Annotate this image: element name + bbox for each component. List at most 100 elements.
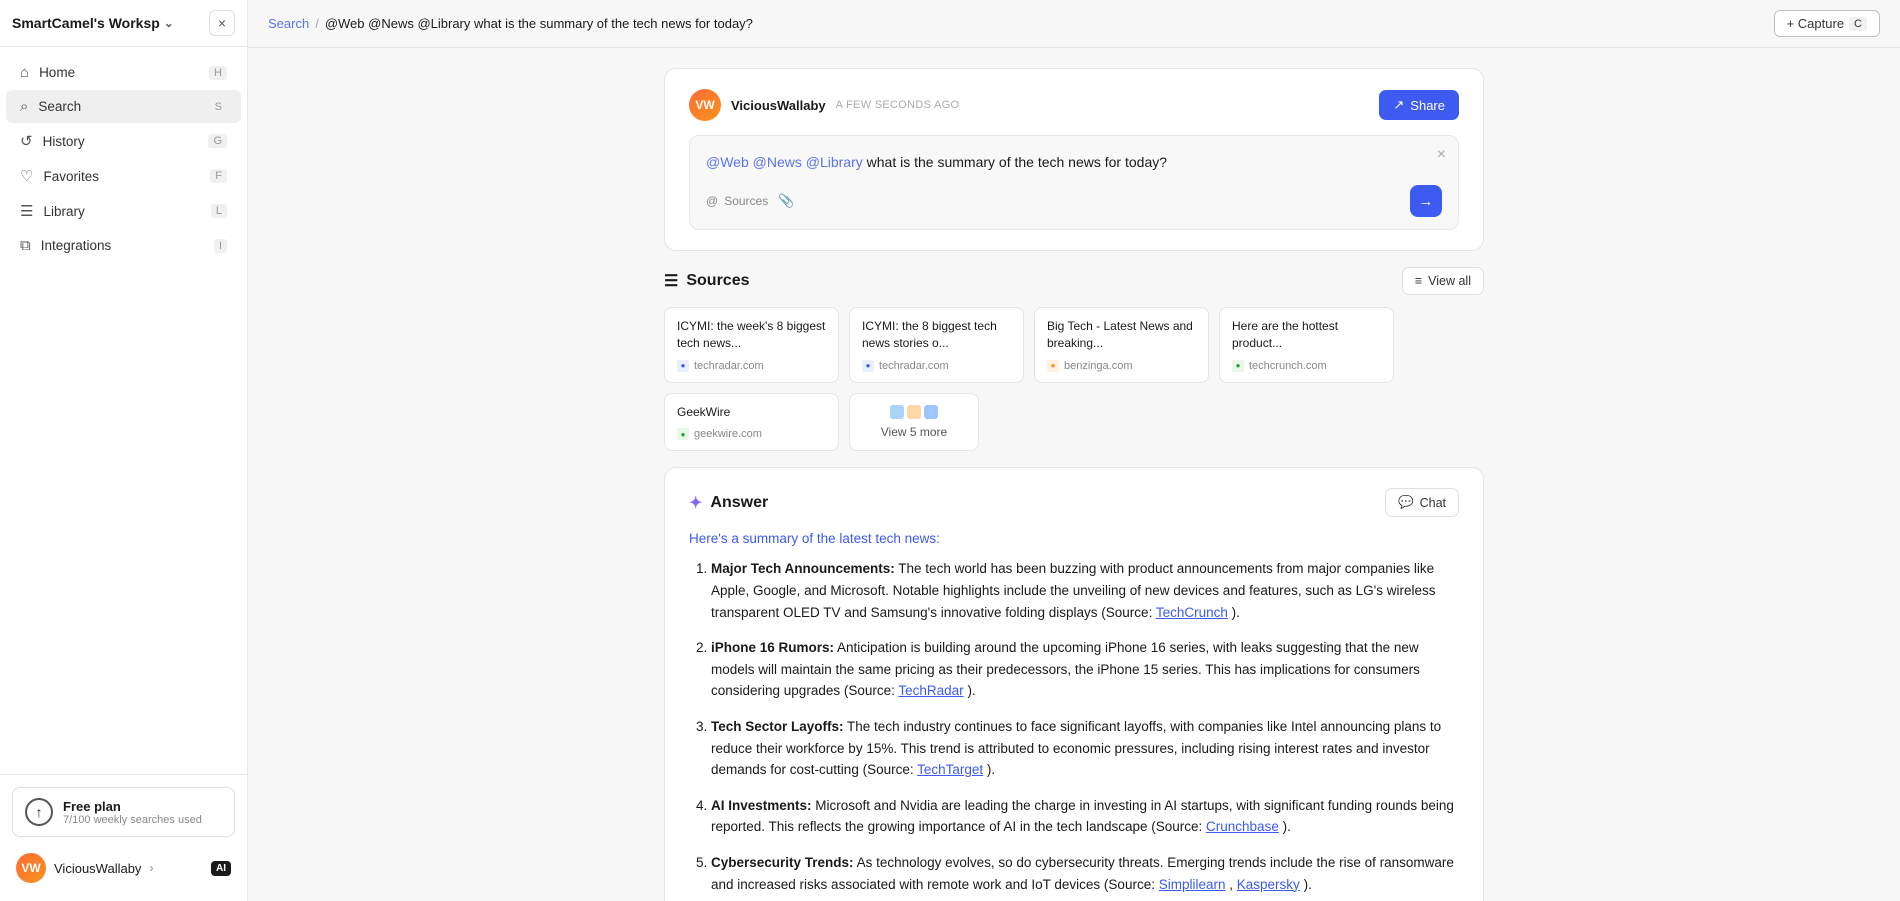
- source-card-4[interactable]: GeekWire ● geekwire.com: [664, 393, 839, 452]
- list-item: AI Investments: Microsoft and Nvidia are…: [711, 795, 1459, 838]
- sidebar-header: SmartCamel's Worksp ⌄ ×: [0, 0, 247, 47]
- breadcrumb-separator: /: [315, 16, 319, 31]
- item-link-1[interactable]: TechRadar: [898, 683, 963, 698]
- user-row[interactable]: VW ViciousWallaby › AI: [12, 847, 235, 889]
- answer-title-text: Answer: [710, 494, 768, 512]
- history-icon: ↺: [20, 132, 33, 150]
- item-link-3[interactable]: Crunchbase: [1206, 819, 1279, 834]
- sidebar-item-library[interactable]: ☰ Library L: [6, 194, 241, 228]
- integrations-icon: ⧉: [20, 237, 31, 254]
- sidebar-bottom: ↑ Free plan 7/100 weekly searches used V…: [0, 774, 247, 901]
- item-link-4b[interactable]: Kaspersky: [1237, 877, 1300, 892]
- workspace-name[interactable]: SmartCamel's Worksp ⌄: [12, 15, 174, 31]
- share-label: Share: [1410, 98, 1445, 113]
- attachment-icon[interactable]: 📎: [778, 193, 794, 209]
- source-domain-text: benzinga.com: [1064, 360, 1133, 372]
- sources-section-icon: ☰: [664, 271, 678, 291]
- plan-icon: ↑: [25, 798, 53, 826]
- item-title-0: Major Tech Announcements:: [711, 561, 895, 576]
- history-shortcut: G: [208, 134, 227, 148]
- sidebar-item-integrations[interactable]: ⧉ Integrations I: [6, 229, 241, 262]
- sidebar-item-home[interactable]: ⌂ Home H: [6, 56, 241, 89]
- user-chevron-icon: ›: [149, 861, 153, 875]
- list-icon: ≡: [1415, 274, 1422, 288]
- sidebar-item-label: History: [43, 134, 85, 149]
- query-user-name: ViciousWallaby: [731, 98, 826, 113]
- sidebar-item-label: Integrations: [41, 238, 112, 253]
- share-button[interactable]: ↗ Share: [1379, 90, 1459, 120]
- item-title-1: iPhone 16 Rumors:: [711, 640, 834, 655]
- content-area: VW ViciousWallaby A FEW SECONDS AGO ↗ Sh…: [248, 48, 1900, 901]
- capture-button[interactable]: + Capture C: [1774, 10, 1880, 37]
- view-more-card[interactable]: View 5 more: [849, 393, 979, 452]
- sources-grid: ICYMI: the week's 8 biggest tech news...…: [664, 307, 1484, 451]
- more-dot-2: [907, 405, 921, 419]
- sidebar-item-search[interactable]: ⌕ Search S: [6, 90, 241, 123]
- source-title: ICYMI: the week's 8 biggest tech news...: [677, 318, 826, 352]
- source-card-1[interactable]: ICYMI: the 8 biggest tech news stories o…: [849, 307, 1024, 383]
- source-domain-text: geekwire.com: [694, 428, 762, 440]
- view-all-label: View all: [1428, 274, 1471, 288]
- item-title-2: Tech Sector Layoffs:: [711, 719, 844, 734]
- item-link-0[interactable]: TechCrunch: [1156, 605, 1228, 620]
- breadcrumb-query: @Web @News @Library what is the summary …: [325, 16, 753, 31]
- view-more-text: View 5 more: [881, 425, 947, 439]
- source-domain-text: techradar.com: [879, 360, 949, 372]
- sidebar-item-label: Library: [43, 204, 84, 219]
- user-name: ViciousWallaby: [54, 861, 141, 876]
- tag-library[interactable]: @Library: [806, 154, 863, 170]
- sources-section: ☰ Sources ≡ View all ICYMI: the week's 8…: [664, 267, 1484, 451]
- query-user-avatar: VW: [689, 89, 721, 121]
- breadcrumb-search-link[interactable]: Search: [268, 16, 309, 31]
- more-dot-1: [890, 405, 904, 419]
- plan-usage: 7/100 weekly searches used: [63, 814, 202, 826]
- sidebar-item-favorites[interactable]: ♡ Favorites F: [6, 159, 241, 193]
- main-content: Search / @Web @News @Library what is the…: [248, 0, 1900, 901]
- send-arrow-icon: →: [1419, 193, 1434, 210]
- source-title: ICYMI: the 8 biggest tech news stories o…: [862, 318, 1011, 352]
- item-title-4: Cybersecurity Trends:: [711, 855, 854, 870]
- library-shortcut: L: [211, 204, 227, 218]
- item-link-4a[interactable]: Simplilearn: [1159, 877, 1226, 892]
- view-all-button[interactable]: ≡ View all: [1402, 267, 1484, 295]
- query-box: @Web @News @Library what is the summary …: [689, 135, 1459, 230]
- sources-tag[interactable]: @ Sources: [706, 194, 768, 208]
- tag-web[interactable]: @Web: [706, 154, 749, 170]
- query-main-text: what is the summary of the tech news for…: [867, 154, 1167, 170]
- sources-section-title: Sources: [686, 272, 749, 290]
- query-close-icon[interactable]: ×: [1437, 146, 1446, 164]
- tag-news[interactable]: @News: [753, 154, 802, 170]
- item-link-2[interactable]: TechTarget: [917, 762, 983, 777]
- source-title: Here are the hottest product...: [1232, 318, 1381, 352]
- answer-sparkle-icon: ✦: [689, 493, 702, 513]
- source-card-2[interactable]: Big Tech - Latest News and breaking... ●…: [1034, 307, 1209, 383]
- list-item: Cybersecurity Trends: As technology evol…: [711, 852, 1459, 895]
- source-domain-text: techcrunch.com: [1249, 360, 1327, 372]
- search-query-card: VW ViciousWallaby A FEW SECONDS AGO ↗ Sh…: [664, 68, 1484, 251]
- source-favicon: ●: [1232, 360, 1244, 372]
- breadcrumb: Search / @Web @News @Library what is the…: [268, 16, 753, 31]
- chat-button[interactable]: 💬 Chat: [1385, 488, 1459, 517]
- close-button[interactable]: ×: [209, 10, 235, 36]
- avatar: VW: [16, 853, 46, 883]
- answer-list: Major Tech Announcements: The tech world…: [689, 558, 1459, 895]
- favorites-icon: ♡: [20, 167, 33, 185]
- search-shortcut: S: [210, 100, 227, 114]
- sidebar-item-history[interactable]: ↺ History G: [6, 124, 241, 158]
- list-item: Tech Sector Layoffs: The tech industry c…: [711, 716, 1459, 781]
- source-title: Big Tech - Latest News and breaking...: [1047, 318, 1196, 352]
- capture-shortcut: C: [1849, 17, 1867, 31]
- library-icon: ☰: [20, 202, 33, 220]
- item-title-3: AI Investments:: [711, 798, 812, 813]
- source-title: GeekWire: [677, 404, 826, 421]
- workspace-chevron-icon: ⌄: [164, 16, 174, 30]
- source-card-3[interactable]: Here are the hottest product... ● techcr…: [1219, 307, 1394, 383]
- plan-name: Free plan: [63, 799, 202, 814]
- capture-label: + Capture: [1787, 16, 1844, 31]
- send-button[interactable]: →: [1410, 185, 1442, 217]
- source-card-0[interactable]: ICYMI: the week's 8 biggest tech news...…: [664, 307, 839, 383]
- answer-intro: Here's a summary of the latest tech news…: [689, 531, 1459, 546]
- list-item: Major Tech Announcements: The tech world…: [711, 558, 1459, 623]
- integrations-shortcut: I: [214, 239, 227, 253]
- list-item: iPhone 16 Rumors: Anticipation is buildi…: [711, 637, 1459, 702]
